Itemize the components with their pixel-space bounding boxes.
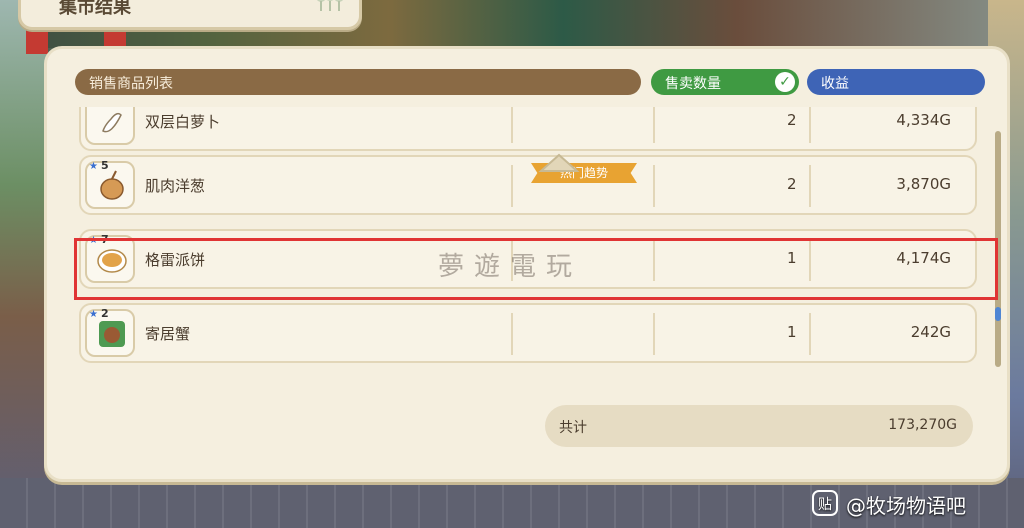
hermit-crab-icon xyxy=(99,321,125,347)
radish-icon xyxy=(102,112,122,133)
sales-list-header-label: 销售商品列表 xyxy=(89,76,173,92)
item-name: 寄居蟹 xyxy=(145,325,191,343)
column-divider xyxy=(653,313,655,355)
item-income: 242G xyxy=(910,323,951,341)
tree-decoration-icon xyxy=(317,0,343,11)
check-icon: ✓ xyxy=(775,72,795,92)
item-icon-frame: ★ 2 xyxy=(85,307,135,357)
title-tab: 集市结果 xyxy=(18,0,362,30)
quantity-header-label: 售卖数量 xyxy=(665,76,721,92)
item-quantity: 1 xyxy=(787,323,797,341)
window-title: 集市结果 xyxy=(59,0,131,18)
quantity-sort-tab[interactable]: 售卖数量 ✓ xyxy=(651,69,799,95)
scroll-up-arrow-icon[interactable] xyxy=(537,151,581,173)
column-divider xyxy=(511,107,513,143)
item-name: 肌肉洋葱 xyxy=(145,177,206,195)
column-divider xyxy=(653,165,655,207)
tieba-watermark: 贴 @牧场物语吧 xyxy=(812,488,1012,520)
income-header-label: 收益 xyxy=(821,76,849,92)
column-divider xyxy=(809,107,811,143)
item-income: 3,870G xyxy=(896,175,951,193)
column-divider xyxy=(809,165,811,207)
onion-icon xyxy=(100,170,124,200)
column-divider xyxy=(511,165,513,207)
item-name: 双层白萝卜 xyxy=(145,113,221,131)
column-divider xyxy=(809,313,811,355)
column-divider xyxy=(511,313,513,355)
scrollbar-thumb[interactable] xyxy=(995,307,1001,321)
watermark: 夢遊電玩 xyxy=(438,252,583,282)
list-item[interactable]: ★ 5 肌肉洋葱 热门趋势 2 3,870G xyxy=(79,155,977,215)
total-value: 173,270G xyxy=(888,417,957,433)
list-item[interactable]: ★ 2 寄居蟹 1 242G xyxy=(79,303,977,363)
item-quantity: 2 xyxy=(787,175,797,193)
income-sort-tab[interactable]: 收益 xyxy=(807,69,985,95)
total-summary: 共计 173,270G xyxy=(545,405,973,447)
tieba-icon: 贴 xyxy=(812,490,838,516)
list-item[interactable]: 双层白萝卜 2 4,334G xyxy=(79,107,977,151)
item-icon-frame xyxy=(85,107,135,145)
column-divider xyxy=(653,107,655,143)
item-income: 4,334G xyxy=(896,111,951,129)
tieba-text: @牧场物语吧 xyxy=(846,494,966,518)
item-icon-frame: ★ 5 xyxy=(85,159,135,209)
item-quantity: 2 xyxy=(787,111,797,129)
sales-list-header: 销售商品列表 xyxy=(75,69,641,95)
town-scenery-left xyxy=(0,0,48,528)
total-label: 共计 xyxy=(559,420,587,436)
